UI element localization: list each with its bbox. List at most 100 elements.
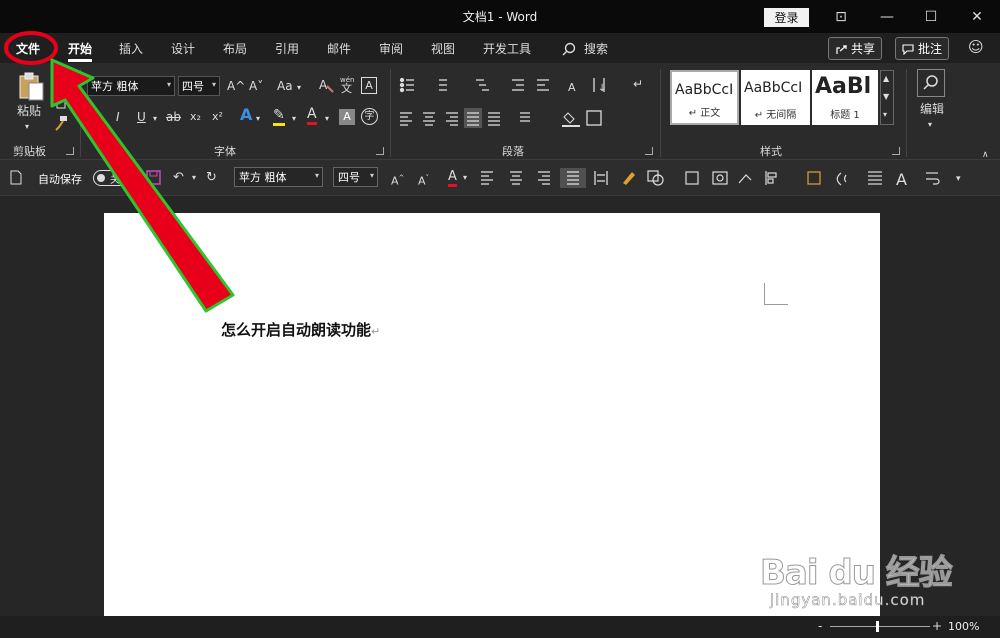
style-normal-name: ↵ 正文 <box>688 108 721 119</box>
close-button[interactable]: ✕ <box>954 0 1000 33</box>
highlight-icon[interactable]: ✎ <box>273 107 285 126</box>
shrink-font-icon[interactable]: A˅ <box>249 78 263 94</box>
zoom-slider-track[interactable] <box>830 626 930 627</box>
font-size-combo[interactable]: 四号 ▾ <box>178 76 220 96</box>
autosave-label: 自动保存 <box>38 173 82 186</box>
tab-view[interactable]: 视图 <box>431 40 455 57</box>
qat-align-icons[interactable] <box>480 168 640 188</box>
toggle-knob <box>97 174 105 182</box>
save-icon[interactable] <box>146 170 161 185</box>
paste-label[interactable]: 粘贴 <box>17 103 41 119</box>
italic-button[interactable]: I <box>116 109 120 125</box>
zoom-out-button[interactable]: - <box>818 619 822 633</box>
tab-layout[interactable]: 布局 <box>223 40 247 57</box>
qat-shrink-font-icon[interactable]: A˅ <box>418 170 429 190</box>
redo-icon[interactable]: ↻ <box>206 170 217 186</box>
bold-button[interactable]: B <box>93 109 102 125</box>
ribbon-display-icon[interactable]: ⊡ <box>818 0 864 33</box>
qat-size-value: 四号 <box>338 171 360 184</box>
char-border-icon[interactable]: A <box>361 77 377 94</box>
login-button[interactable]: 登录 <box>764 8 809 27</box>
styles-scroll[interactable]: ▲ ▼ ▾ <box>880 70 894 125</box>
font-color-dropdown-icon[interactable]: ▾ <box>325 111 329 127</box>
tab-developer[interactable]: 开发工具 <box>483 40 531 57</box>
smiley-icon[interactable]: ☺ <box>968 39 984 55</box>
char-shading-icon[interactable]: A <box>339 109 355 125</box>
strikethrough-button[interactable]: ab <box>166 109 181 125</box>
styles-up-icon[interactable]: ▲ <box>883 71 889 87</box>
separator <box>660 69 661 157</box>
change-case-dropdown-icon[interactable]: ▾ <box>297 80 301 96</box>
qat-font-color-icon[interactable]: A <box>448 170 457 187</box>
zoom-in-button[interactable]: + <box>932 619 942 633</box>
styles-down-icon[interactable]: ▼ <box>883 89 889 105</box>
undo-icon[interactable]: ↶ <box>173 170 184 186</box>
watermark-logo-text: Bai du 经验 <box>760 553 954 594</box>
svg-text:A: A <box>568 81 576 94</box>
autosave-toggle[interactable]: 关 <box>93 170 129 186</box>
style-heading1-name: 标题 1 <box>830 110 860 121</box>
subscript-button[interactable]: x₂ <box>190 109 201 125</box>
editing-dropdown-icon[interactable]: ▾ <box>928 117 932 133</box>
clear-formatting-icon[interactable]: A <box>318 77 334 93</box>
qat-grow-font-icon[interactable]: A^ <box>391 170 404 190</box>
zoom-slider-thumb[interactable] <box>876 621 879 632</box>
tab-design[interactable]: 设计 <box>171 40 195 57</box>
underline-button[interactable]: U <box>137 109 146 125</box>
share-button[interactable]: 共享 <box>828 37 883 60</box>
text-effects-icon[interactable]: A <box>240 107 252 123</box>
maximize-button[interactable]: ☐ <box>908 0 954 33</box>
style-heading1[interactable]: AaBl 标题 1 <box>812 70 878 125</box>
style-normal[interactable]: AaBbCcI ↵ 正文 <box>670 70 739 125</box>
tab-references[interactable]: 引用 <box>275 40 299 57</box>
phonetic-guide-icon[interactable]: 文 <box>341 81 352 97</box>
tab-review[interactable]: 审阅 <box>379 40 403 57</box>
paragraph-mark: ↵ <box>371 325 381 338</box>
grow-font-icon[interactable]: A^ <box>227 78 245 94</box>
new-document-icon[interactable] <box>10 170 22 185</box>
style-no-spacing[interactable]: AaBbCcI ↵ 无间隔 <box>741 70 810 125</box>
tab-insert[interactable]: 插入 <box>119 40 143 57</box>
qat-size-combo[interactable]: 四号 ▾ <box>333 167 378 187</box>
title-bar: 文档1 - Word 登录 ⊡ — ☐ ✕ <box>0 0 1000 33</box>
format-painter-icon[interactable] <box>53 115 69 131</box>
undo-dropdown-icon[interactable]: ▾ <box>192 170 196 186</box>
paragraph-tools[interactable]: A ↓ ↵ <box>398 76 648 132</box>
styles-group-label: 样式 <box>760 145 782 158</box>
svg-text:↵: ↵ <box>633 77 643 91</box>
paragraph-launcher-icon[interactable] <box>645 147 653 155</box>
tab-file[interactable]: 文件 <box>16 40 40 57</box>
svg-text:A: A <box>896 170 907 187</box>
word-window: 文档1 - Word 登录 ⊡ — ☐ ✕ 文件 开始 插入 设计 布局 引用 … <box>0 0 1000 638</box>
tab-home[interactable]: 开始 <box>68 40 93 62</box>
paste-icon[interactable] <box>17 71 45 101</box>
underline-dropdown-icon[interactable]: ▾ <box>153 111 157 127</box>
tab-mailings[interactable]: 邮件 <box>327 40 351 57</box>
font-launcher-icon[interactable] <box>376 147 384 155</box>
font-color-icon[interactable]: A <box>307 107 317 125</box>
editing-label[interactable]: 编辑 <box>920 101 944 117</box>
minimize-button[interactable]: — <box>864 0 910 33</box>
comment-icon <box>902 43 914 55</box>
change-case-icon[interactable]: Aa <box>277 78 293 94</box>
text-effects-dropdown-icon[interactable]: ▾ <box>256 111 260 127</box>
svg-text:A: A <box>319 78 328 92</box>
highlight-dropdown-icon[interactable]: ▾ <box>292 111 296 127</box>
zoom-level[interactable]: 100% <box>948 620 979 633</box>
styles-more-icon[interactable]: ▾ <box>883 107 887 123</box>
document-paragraph[interactable]: 怎么开启自动朗读功能↵ <box>221 319 380 340</box>
paste-dropdown-icon[interactable]: ▾ <box>25 119 29 135</box>
editing-button[interactable] <box>917 69 945 97</box>
qat-font-combo[interactable]: 苹方 粗体 ▾ <box>234 167 323 187</box>
copy-icon[interactable] <box>53 95 67 109</box>
superscript-button[interactable]: x² <box>212 109 223 125</box>
clipboard-launcher-icon[interactable] <box>66 147 74 155</box>
comments-label: 批注 <box>918 42 943 56</box>
qat-more-icons[interactable]: A ▾ <box>646 169 966 187</box>
qat-font-color-dropdown-icon[interactable]: ▾ <box>463 170 467 186</box>
comments-button[interactable]: 批注 <box>895 37 950 60</box>
enclose-char-icon[interactable]: 字 <box>361 108 378 125</box>
font-name-combo[interactable]: 苹方 粗体 ▾ <box>87 76 175 96</box>
styles-launcher-icon[interactable] <box>892 147 900 155</box>
search-box[interactable]: 搜索 <box>562 40 608 57</box>
